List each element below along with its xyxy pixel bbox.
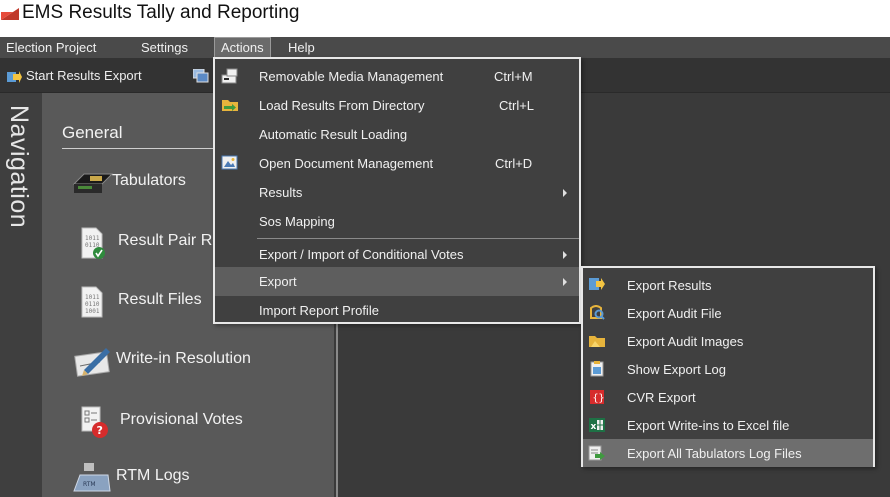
menu-item-label: Export Write-ins to Excel file bbox=[627, 418, 790, 433]
menu-item-label: Export bbox=[259, 274, 297, 289]
nav-item-write-in-resolution[interactable]: Write-in Resolution bbox=[70, 340, 280, 380]
menu-separator bbox=[257, 238, 579, 239]
export-log-icon bbox=[590, 361, 604, 377]
submenu-arrow-icon bbox=[563, 278, 567, 286]
menu-item-label: CVR Export bbox=[627, 390, 696, 405]
menu-item-label: Show Export Log bbox=[627, 362, 727, 377]
export-arrow-icon bbox=[7, 70, 22, 83]
tabulator-icon bbox=[72, 173, 114, 193]
menu-item-shortcut: Ctrl+M bbox=[494, 69, 533, 84]
tabulator-logs-icon bbox=[588, 445, 605, 461]
ems-app-icon bbox=[1, 8, 19, 20]
nav-item-result-files[interactable]: 1011 0110 1001 Result Files bbox=[70, 281, 220, 321]
cvr-export-icon: {} bbox=[590, 390, 605, 404]
menu-item-label: Export Results bbox=[627, 278, 712, 293]
provisional-votes-icon: ? bbox=[81, 406, 108, 438]
menu-item-export-write-ins[interactable]: x Export Write-ins to Excel file bbox=[583, 411, 873, 440]
menu-item-label: Export All Tabulators Log Files bbox=[627, 446, 802, 461]
menu-item-show-export-log[interactable]: Show Export Log bbox=[583, 355, 873, 384]
menu-item-sos-mapping[interactable]: Sos Mapping bbox=[215, 207, 579, 236]
svg-text:?: ? bbox=[97, 424, 103, 437]
menu-actions[interactable]: Actions bbox=[214, 37, 271, 58]
menu-election-project[interactable]: Election Project bbox=[0, 37, 102, 58]
window-title: EMS Results Tally and Reporting bbox=[22, 2, 300, 23]
menu-settings[interactable]: Settings bbox=[135, 37, 194, 58]
nav-item-rtm-logs[interactable]: RTM RTM Logs bbox=[70, 457, 220, 497]
nav-item-label: RTM Logs bbox=[116, 467, 190, 484]
menu-item-results[interactable]: Results bbox=[215, 178, 579, 207]
svg-text:1001: 1001 bbox=[85, 308, 100, 315]
menu-item-label: Export / Import of Conditional Votes bbox=[259, 247, 464, 262]
menu-item-import-report-profile[interactable]: Import Report Profile bbox=[215, 296, 579, 325]
start-results-export-label: Start Results Export bbox=[26, 68, 142, 83]
menu-item-removable-media[interactable]: Removable Media Management Ctrl+M bbox=[215, 62, 579, 91]
app-window: EMS Results Tally and Reporting Election… bbox=[0, 0, 890, 497]
svg-text:1011: 1011 bbox=[85, 294, 100, 301]
menu-item-export-audit-file[interactable]: Export Audit File bbox=[583, 299, 873, 328]
svg-text:0110: 0110 bbox=[85, 301, 100, 308]
svg-text:x: x bbox=[591, 422, 597, 432]
toolbar-stack-icon[interactable] bbox=[193, 69, 209, 83]
menu-item-label: Automatic Result Loading bbox=[259, 127, 408, 142]
result-files-icon: 1011 0110 1001 bbox=[81, 286, 103, 318]
nav-item-label: Tabulators bbox=[112, 172, 186, 189]
menu-item-conditional-votes[interactable]: Export / Import of Conditional Votes bbox=[215, 240, 579, 269]
audit-file-icon bbox=[590, 305, 605, 320]
menu-item-automatic-loading[interactable]: Automatic Result Loading bbox=[215, 120, 579, 149]
section-general-label: General bbox=[62, 123, 123, 142]
menu-item-document-management[interactable]: Open Document Management Ctrl+D bbox=[215, 149, 579, 178]
menu-item-label: Sos Mapping bbox=[259, 214, 335, 229]
navigation-title: Navigation bbox=[5, 105, 33, 229]
result-pair-icon: 1011 0110 bbox=[81, 227, 105, 259]
write-in-icon bbox=[74, 348, 110, 377]
nav-item-label: Result Pair Re bbox=[118, 232, 222, 249]
actions-menu: Removable Media Management Ctrl+M Load R… bbox=[213, 57, 581, 324]
menu-item-label: Results bbox=[259, 185, 303, 200]
menu-item-label: Load Results From Directory bbox=[259, 98, 425, 113]
nav-item-label: Result Files bbox=[118, 291, 202, 308]
svg-text:1011: 1011 bbox=[85, 235, 100, 242]
nav-item-label: Write-in Resolution bbox=[116, 350, 251, 367]
menu-item-label: Open Document Management bbox=[259, 156, 434, 171]
menu-bar: Election Project Settings Actions Help bbox=[0, 37, 890, 58]
folder-load-icon bbox=[222, 100, 238, 111]
audit-images-icon bbox=[589, 336, 605, 347]
menu-item-export[interactable]: Export bbox=[215, 267, 579, 296]
menu-item-label: Removable Media Management bbox=[259, 69, 444, 84]
nav-item-result-pair[interactable]: 1011 0110 Result Pair Re bbox=[70, 222, 222, 262]
rtm-logs-icon: RTM bbox=[73, 463, 111, 492]
menu-item-cvr-export[interactable]: {} CVR Export bbox=[583, 383, 873, 412]
export-submenu: Export Results Export Audit File Export … bbox=[581, 266, 875, 467]
nav-item-tabulators[interactable]: Tabulators bbox=[70, 162, 220, 202]
navigation-strip[interactable]: Navigation bbox=[0, 93, 42, 497]
menu-item-label: Export Audit Images bbox=[627, 334, 744, 349]
menu-item-label: Export Audit File bbox=[627, 306, 722, 321]
menu-item-shortcut: Ctrl+L bbox=[499, 98, 535, 113]
menu-item-export-results[interactable]: Export Results bbox=[583, 271, 873, 300]
menu-item-shortcut: Ctrl+D bbox=[495, 156, 533, 171]
svg-text:RTM: RTM bbox=[83, 481, 96, 488]
removable-media-icon bbox=[221, 68, 238, 84]
submenu-arrow-icon bbox=[563, 189, 567, 197]
nav-item-label: Provisional Votes bbox=[120, 411, 243, 428]
svg-text:{}: {} bbox=[593, 393, 605, 404]
start-results-export-button[interactable]: Start Results Export bbox=[6, 58, 142, 93]
excel-icon: x bbox=[589, 418, 605, 432]
nav-item-provisional-votes[interactable]: ? Provisional Votes bbox=[70, 401, 270, 441]
menu-item-export-audit-images[interactable]: Export Audit Images bbox=[583, 327, 873, 356]
menu-item-label: Import Report Profile bbox=[259, 303, 379, 318]
menu-item-load-results[interactable]: Load Results From Directory Ctrl+L bbox=[215, 91, 579, 120]
title-bar: EMS Results Tally and Reporting bbox=[0, 0, 890, 37]
submenu-arrow-icon bbox=[563, 251, 567, 259]
export-results-icon bbox=[589, 278, 605, 290]
document-management-icon bbox=[221, 155, 238, 170]
menu-help[interactable]: Help bbox=[282, 37, 321, 58]
menu-item-export-tabulator-logs[interactable]: Export All Tabulators Log Files bbox=[583, 439, 873, 467]
